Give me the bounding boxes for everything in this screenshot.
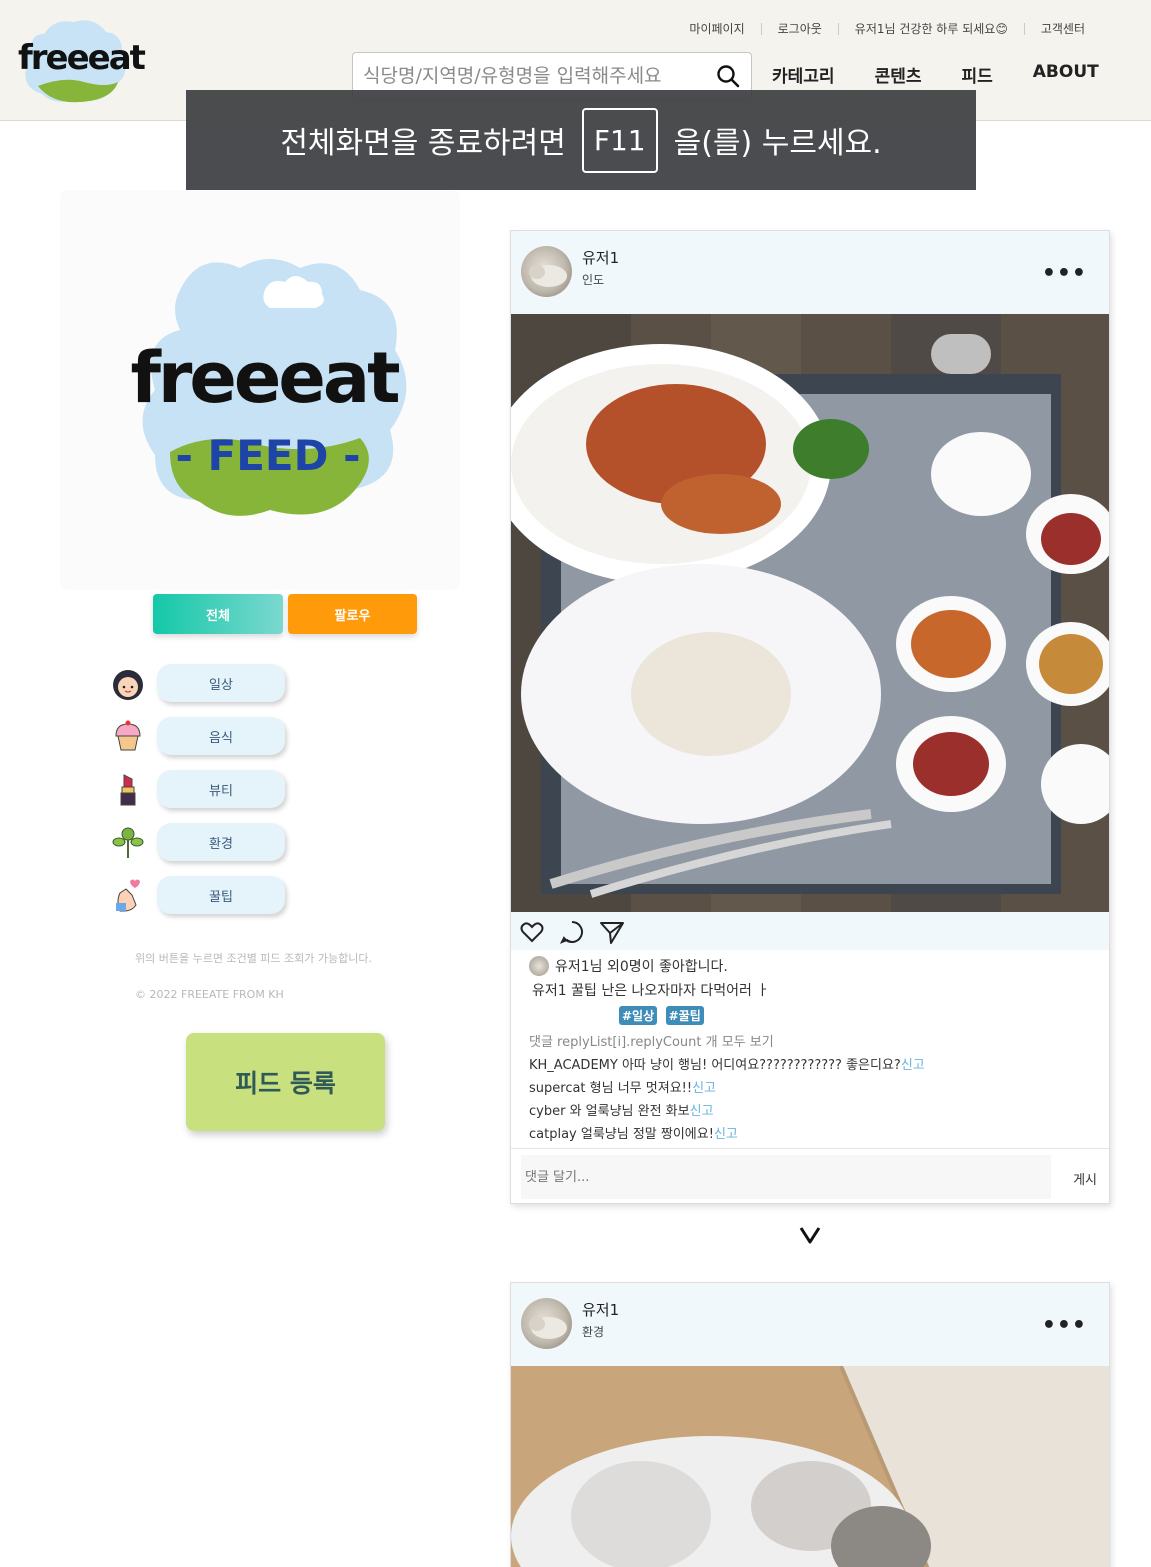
copyright-text: © 2022 FREEATE FROM KH <box>135 988 284 1001</box>
avatar[interactable] <box>521 1298 572 1349</box>
greeting-text: 유저1님 건강한 하루 되세요😊 <box>854 22 1008 36</box>
comment-item: catplay 얼룩냥님 정말 짱이에요!신고 <box>529 1123 1093 1142</box>
site-logo[interactable]: freeeat <box>14 16 146 106</box>
category-beauty-button[interactable]: 뷰티 <box>157 770 285 808</box>
lipstick-icon <box>120 774 136 806</box>
chevron-down-icon[interactable] <box>797 1222 823 1248</box>
likes-row: 유저1님 외0명이 좋아합니다. <box>529 956 1093 976</box>
tag-tips[interactable]: #꿀팁 <box>665 1006 704 1025</box>
logo-text: freeeat <box>18 38 146 78</box>
feed-post: 유저1 인도 ••• 유저1님 외0명이 좋아합니다. 유저1 꿀팁 난은 나오… <box>510 230 1110 1204</box>
post-comment-button[interactable]: 게시 <box>1073 1169 1097 1188</box>
post-tags: #일상 #꿀팁 <box>619 1006 1093 1025</box>
heart-icon[interactable] <box>519 919 545 945</box>
cat-avatar-icon <box>529 265 567 287</box>
comment-input[interactable] <box>521 1155 1051 1199</box>
post-username[interactable]: 유저1 <box>582 247 619 268</box>
post-image[interactable] <box>511 314 1109 912</box>
mypage-link[interactable]: 마이페이지 <box>673 20 760 37</box>
food-photo <box>511 314 1109 912</box>
more-options-icon[interactable]: ••• <box>1042 261 1087 286</box>
post-header: 유저1 환경 ••• <box>511 1283 1109 1366</box>
comment-icon[interactable] <box>559 919 585 945</box>
register-feed-button[interactable]: 피드 등록 <box>186 1033 385 1131</box>
nav-category[interactable]: 카테고리 <box>772 62 835 87</box>
filter-all-button[interactable]: 전체 <box>153 594 283 634</box>
feed-post: 유저1 환경 ••• <box>510 1282 1110 1567</box>
plant-icon <box>112 827 144 858</box>
avatar[interactable] <box>521 246 572 297</box>
comment-text: KH_ACADEMY 아따 냥이 행님! 어디여요???????????? 좋은… <box>529 1058 901 1073</box>
comment-item: supercat 형님 너무 멋져요!!신고 <box>529 1077 1093 1096</box>
share-icon[interactable] <box>599 919 625 945</box>
logout-link[interactable]: 로그아웃 <box>762 20 838 37</box>
cat-photo <box>511 1366 1109 1567</box>
report-link[interactable]: 신고 <box>692 1081 716 1096</box>
comment-text: supercat 형님 너무 멋져요!! <box>529 1081 693 1096</box>
fullscreen-notice-after: 을(를) 누르세요. <box>673 126 882 161</box>
post-caption: 유저1 꿀팁 난은 나오자마자 다먹어러 ㅏ <box>532 983 770 999</box>
svg-text:- FEED -: - FEED - <box>175 431 360 480</box>
post-location: 환경 <box>582 1325 605 1339</box>
girl-face-icon <box>113 670 143 700</box>
comment-item: cyber 와 얼룩냥님 완전 화보신고 <box>529 1100 1093 1119</box>
category-daily-button[interactable]: 일상 <box>157 664 285 702</box>
feed-logo: freeeat - FEED - <box>60 190 460 590</box>
main-nav: 카테고리 콘텐츠 피드 ABOUT <box>772 62 1099 87</box>
fullscreen-notice-before: 전체화면을 종료하려면 <box>280 126 566 161</box>
utility-nav: 마이페이지 로그아웃 유저1님 건강한 하루 되세요😊 고객센터 <box>673 20 1101 37</box>
cupcake-icon <box>115 720 141 751</box>
nav-about[interactable]: ABOUT <box>1033 62 1099 87</box>
customer-center-link[interactable]: 고객센터 <box>1025 20 1101 37</box>
comment-text: catplay 얼룩냥님 정말 짱이에요! <box>529 1127 714 1142</box>
fullscreen-notice: 전체화면을 종료하려면 F11 을(를) 누르세요. <box>186 90 976 190</box>
view-all-comments-link[interactable]: 댓글 replyList[i].replyCount 개 모두 보기 <box>529 1031 1093 1050</box>
likes-text[interactable]: 유저1님 외0명이 좋아합니다. <box>555 956 728 976</box>
filter-hint-text: 위의 버튼을 누르면 조건별 피드 조회가 가능합니다. <box>135 952 372 965</box>
post-action-bar <box>511 912 1109 950</box>
search-icon[interactable] <box>715 63 741 89</box>
comment-item: KH_ACADEMY 아따 냥이 행님! 어디여요???????????? 좋은… <box>529 1054 1093 1073</box>
finger-heart-icon <box>116 879 140 912</box>
nav-feed[interactable]: 피드 <box>961 62 992 87</box>
liker-avatar <box>529 956 549 976</box>
report-link[interactable]: 신고 <box>901 1058 925 1073</box>
nav-contents[interactable]: 콘텐츠 <box>875 62 922 87</box>
f11-key: F11 <box>581 107 658 173</box>
feed-logo-cloud-icon: freeeat - FEED - <box>130 259 407 516</box>
comment-bar: 게시 <box>511 1148 1109 1203</box>
cat-avatar-icon <box>529 1317 567 1339</box>
post-image[interactable] <box>511 1366 1109 1567</box>
post-location: 인도 <box>582 273 605 287</box>
category-food-button[interactable]: 음식 <box>157 717 285 755</box>
svg-text:freeeat: freeeat <box>130 337 399 419</box>
search-input[interactable] <box>363 61 703 91</box>
category-environment-button[interactable]: 환경 <box>157 823 285 861</box>
category-tips-button[interactable]: 꿀팁 <box>157 876 285 914</box>
tag-daily[interactable]: #일상 <box>619 1006 658 1025</box>
post-username[interactable]: 유저1 <box>582 1299 619 1320</box>
post-body: 유저1님 외0명이 좋아합니다. 유저1 꿀팁 난은 나오자마자 다먹어러 ㅏ … <box>511 950 1109 1142</box>
filter-follow-button[interactable]: 팔로우 <box>288 594 417 634</box>
report-link[interactable]: 신고 <box>714 1127 738 1142</box>
report-link[interactable]: 신고 <box>690 1104 714 1119</box>
more-options-icon[interactable]: ••• <box>1042 1313 1087 1338</box>
post-header: 유저1 인도 ••• <box>511 231 1109 314</box>
comment-text: cyber 와 얼룩냥님 완전 화보 <box>529 1104 690 1119</box>
